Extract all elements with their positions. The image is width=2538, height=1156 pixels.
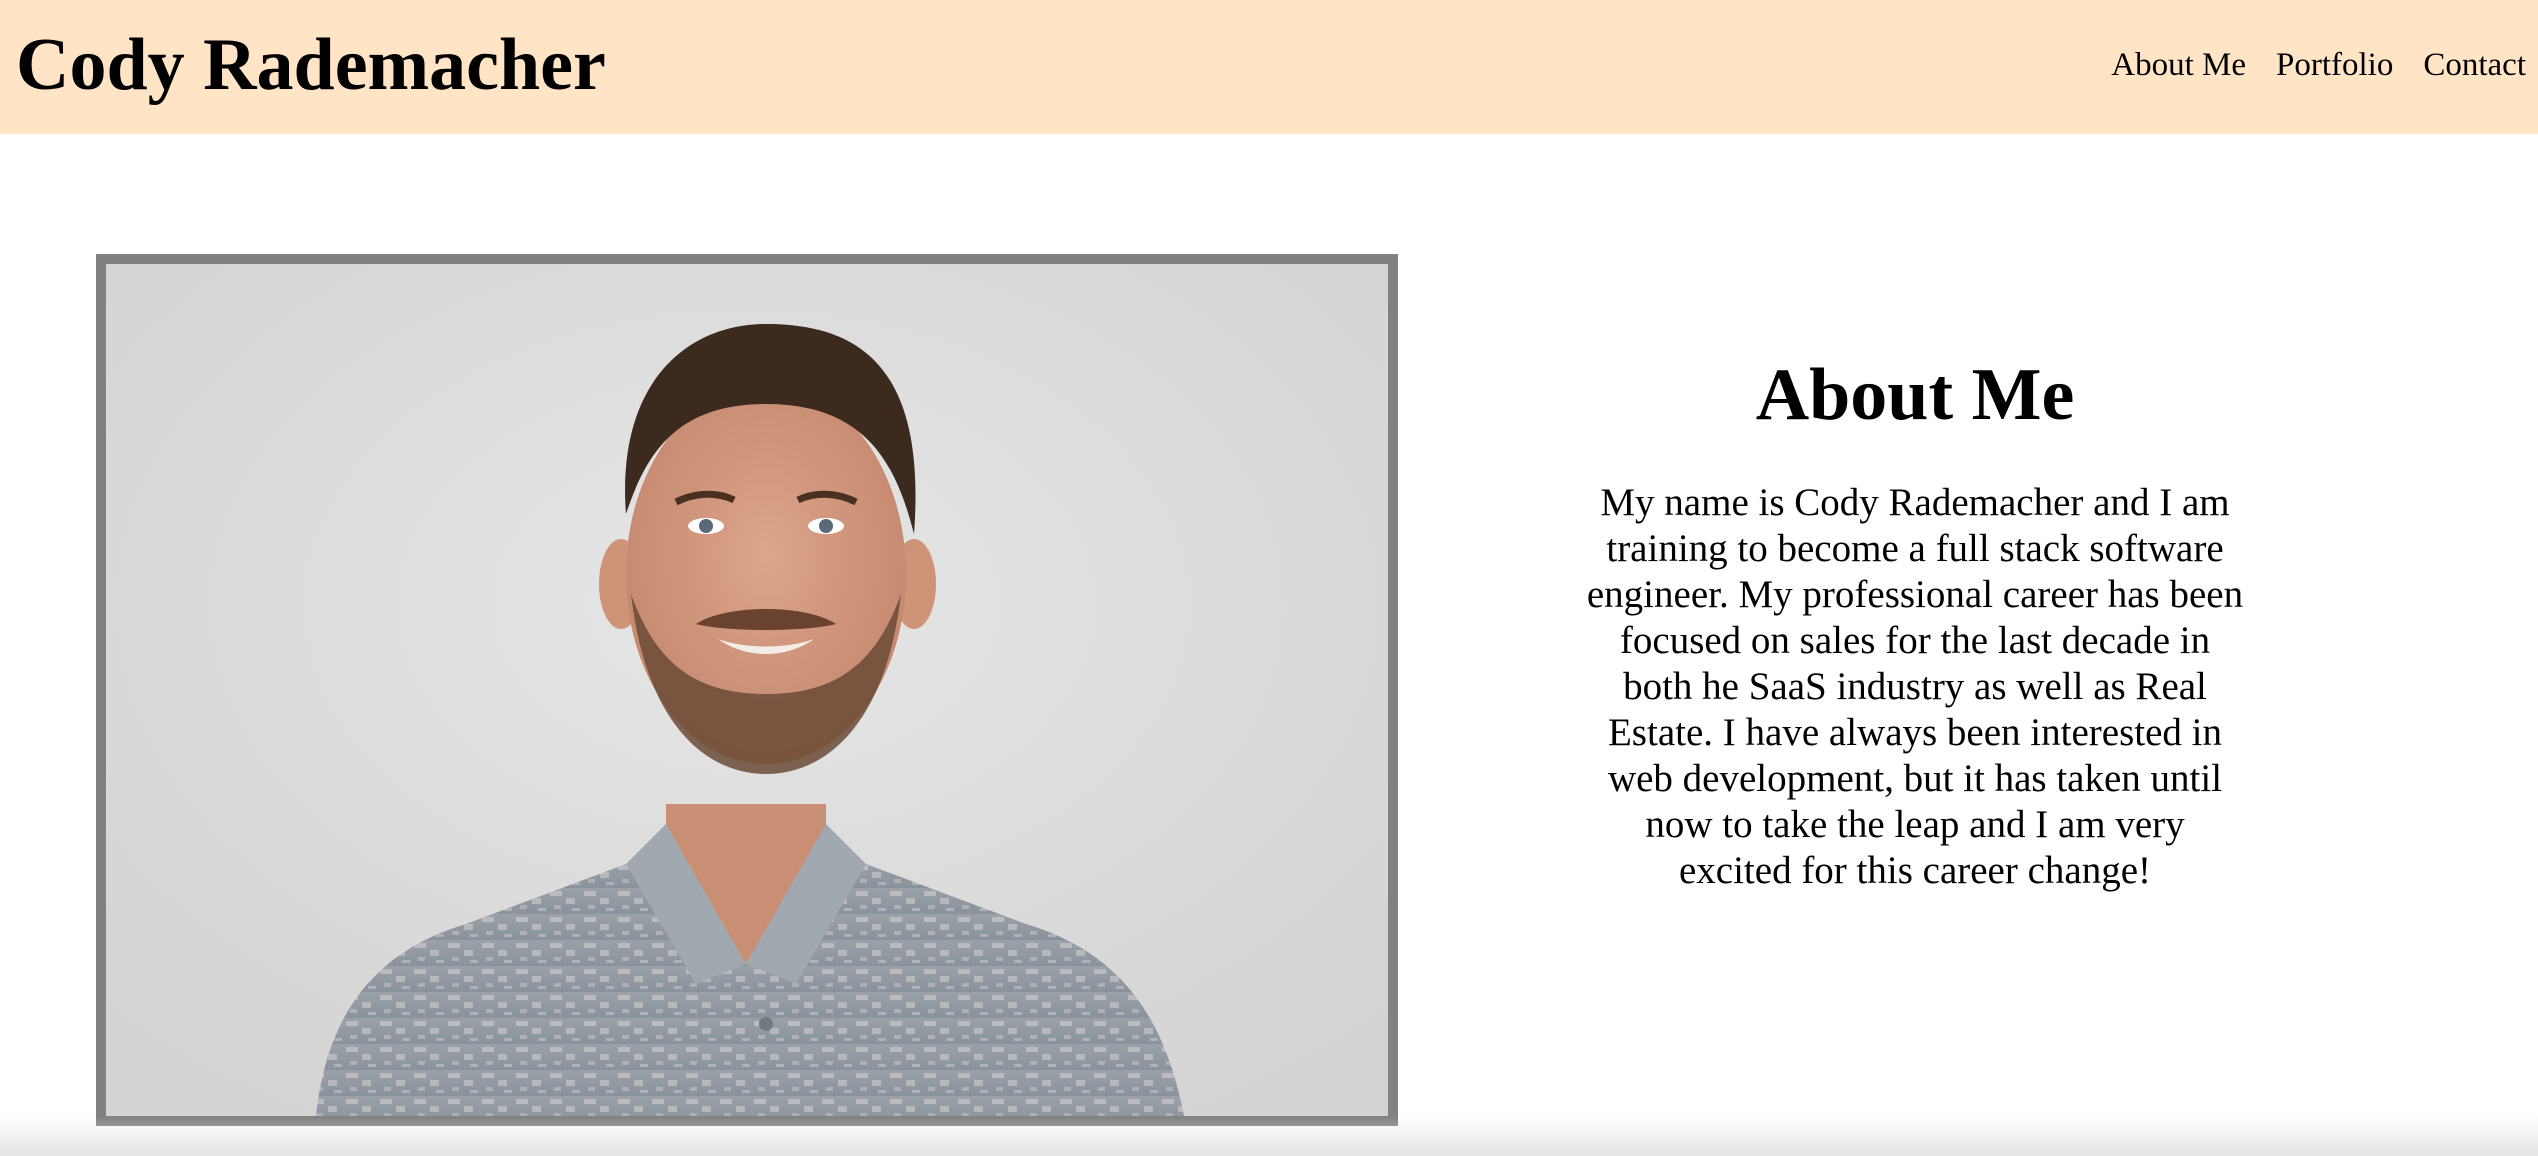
site-title: Cody Rademacher	[16, 24, 606, 106]
nav-link-about-me[interactable]: About Me	[2111, 40, 2246, 90]
site-header: Cody Rademacher About Me Portfolio Conta…	[0, 0, 2538, 134]
about-paragraph: My name is Cody Rademacher and I am trai…	[1586, 481, 2244, 892]
nav-link-contact[interactable]: Contact	[2423, 40, 2526, 90]
profile-photo-image	[106, 264, 1388, 1116]
nav-link-portfolio[interactable]: Portfolio	[2276, 40, 2393, 90]
about-heading: About Me	[1755, 354, 2075, 436]
main-nav: About Me Portfolio Contact	[2111, 40, 2526, 90]
about-section: About Me My name is Cody Rademacher and …	[1580, 340, 2250, 894]
profile-photo	[96, 254, 1398, 1126]
page-bottom-shadow	[0, 1116, 2538, 1156]
